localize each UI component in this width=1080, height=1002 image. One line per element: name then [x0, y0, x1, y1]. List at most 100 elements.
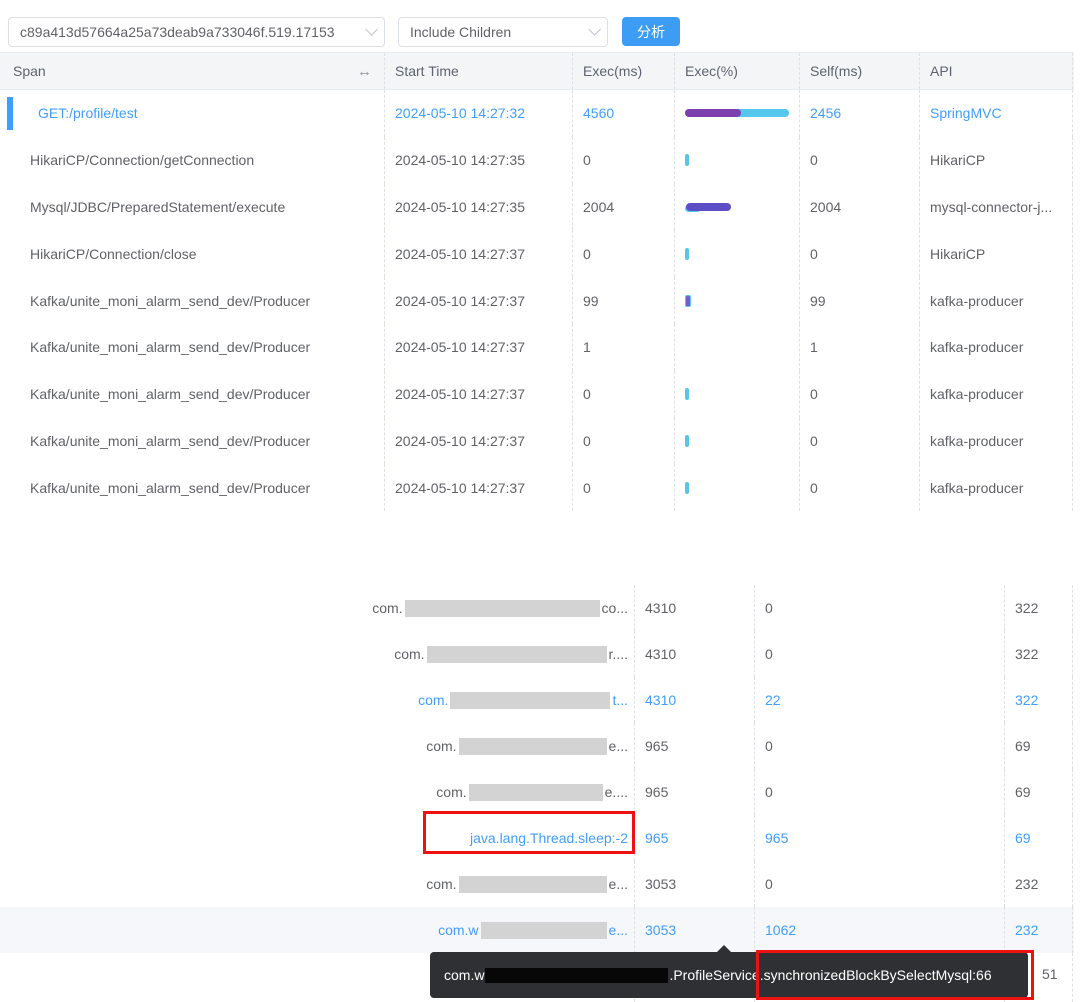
span-cell: Kafka/unite_moni_alarm_send_dev/Producer [0, 371, 385, 418]
trace-id-select[interactable]: c89a413d57664a25a73deab9a733046f.519.171… [8, 17, 385, 47]
exec-ms-cell: 0 [573, 418, 675, 465]
api-cell: HikariCP [920, 137, 1073, 184]
annotation-red-box-sync-method [756, 950, 1034, 1000]
table-row[interactable]: com. co... 4310 0 322 [0, 585, 1074, 631]
header-api: API [920, 53, 1073, 89]
span-cell: HikariCP/Connection/close [0, 230, 385, 277]
self-ms-cell: 0 [800, 464, 920, 511]
method-cell: com. e... [0, 723, 635, 769]
api-link[interactable]: SpringMVC [930, 105, 1002, 121]
table-row[interactable]: com. e... 3053 0 232 [0, 861, 1074, 907]
table-row[interactable]: Kafka/unite_moni_alarm_send_dev/Producer… [0, 464, 1074, 511]
table-row[interactable]: GET:/profile/test 2024-05-10 14:27:32 45… [0, 90, 1074, 137]
column-resize-icon[interactable]: ↔ [357, 63, 372, 80]
table-row[interactable]: Kafka/unite_moni_alarm_send_dev/Producer… [0, 418, 1074, 465]
trace-table-header: Span ↔ Start Time Exec(ms) Exec(%) Self(… [0, 52, 1074, 90]
trace-table: Span ↔ Start Time Exec(ms) Exec(%) Self(… [0, 52, 1074, 511]
tooltip-prefix: com.w [444, 967, 484, 983]
exec-ms-cell: 965 [635, 769, 755, 815]
self-ms-cell: 0 [755, 585, 1005, 631]
api-cell: kafka-producer [920, 418, 1073, 465]
exec-ms-cell: 2004 [573, 184, 675, 231]
header-start-time: Start Time [385, 53, 573, 89]
start-time-cell: 2024-05-10 14:27:35 [385, 137, 573, 184]
method-cell: com. r.... [0, 631, 635, 677]
api-cell: mysql-connector-j... [920, 184, 1073, 231]
start-time-cell: 2024-05-10 14:27:37 [385, 418, 573, 465]
span-cell: Kafka/unite_moni_alarm_send_dev/Producer [0, 464, 385, 511]
redaction-box [481, 922, 607, 939]
redaction-box [427, 646, 607, 663]
table-row[interactable]: com. e... 965 0 69 [0, 723, 1074, 769]
self-ms-cell: 0 [755, 631, 1005, 677]
start-time-cell: 2024-05-10 14:27:37 [385, 464, 573, 511]
exec-ms-cell: 4310 [635, 585, 755, 631]
start-time-cell: 2024-05-10 14:27:32 [385, 90, 573, 137]
table-row[interactable]: Kafka/unite_moni_alarm_send_dev/Producer… [0, 277, 1074, 324]
annotation-red-box-thread-sleep [423, 811, 635, 854]
self-ms-cell: 0 [755, 769, 1005, 815]
table-row[interactable]: com.w e... 3053 1062 232 [0, 907, 1074, 953]
self-ms-cell: 1062 [755, 907, 1005, 953]
table-row[interactable]: com. e.... 965 0 69 [0, 769, 1074, 815]
trace-analysis-page: c89a413d57664a25a73deab9a733046f.519.171… [0, 0, 1080, 1002]
exec-pct-bar [675, 464, 800, 511]
method-cell: com. co... [0, 585, 635, 631]
table-row[interactable]: HikariCP/Connection/getConnection 2024-0… [0, 137, 1074, 184]
count-cell: 69 [1005, 769, 1073, 815]
count-cell: 232 [1005, 861, 1073, 907]
method-cell: com. e.... [0, 769, 635, 815]
start-time-cell: 2024-05-10 14:27:37 [385, 371, 573, 418]
method-table: com. co... 4310 0 322 com. r.... 4310 0 … [0, 585, 1074, 1002]
table-row[interactable]: Kafka/unite_moni_alarm_send_dev/Producer… [0, 324, 1074, 371]
section-gap [0, 511, 1080, 585]
exec-ms-cell: 99 [573, 277, 675, 324]
redaction-box [485, 968, 668, 983]
redaction-box [405, 600, 600, 617]
self-ms-cell: 0 [755, 861, 1005, 907]
self-ms-cell: 0 [800, 137, 920, 184]
exec-pct-bar [675, 324, 800, 371]
toolbar: c89a413d57664a25a73deab9a733046f.519.171… [0, 0, 1080, 52]
tooltip-middle: .ProfileService [669, 967, 759, 983]
exec-ms-cell: 4310 [635, 631, 755, 677]
api-cell: kafka-producer [920, 464, 1073, 511]
header-span: Span ↔ [0, 53, 385, 89]
exec-ms-cell: 4310 [635, 677, 755, 723]
self-ms-cell: 0 [800, 230, 920, 277]
table-row[interactable]: com. r.... 4310 0 322 [0, 631, 1074, 677]
self-ms-cell: 22 [755, 677, 1005, 723]
start-time-cell: 2024-05-10 14:27:37 [385, 324, 573, 371]
trace-id-select-value: c89a413d57664a25a73deab9a733046f.519.171… [20, 24, 335, 40]
exec-ms-cell: 3053 [635, 861, 755, 907]
start-time-cell: 2024-05-10 14:27:37 [385, 277, 573, 324]
exec-ms-cell: 3053 [635, 907, 755, 953]
table-row[interactable]: Kafka/unite_moni_alarm_send_dev/Producer… [0, 371, 1074, 418]
start-time-cell: 2024-05-10 14:27:35 [385, 184, 573, 231]
self-ms-cell: 99 [800, 277, 920, 324]
self-ms-cell: 2004 [800, 184, 920, 231]
header-exec-pct: Exec(%) [675, 53, 800, 89]
count-cell: 322 [1005, 585, 1073, 631]
method-cell: com.w e... [0, 907, 635, 953]
exec-ms-cell: 0 [573, 371, 675, 418]
analyze-button[interactable]: 分析 [622, 17, 680, 46]
span-cell: Kafka/unite_moni_alarm_send_dev/Producer [0, 418, 385, 465]
exec-pct-bar [675, 418, 800, 465]
children-mode-select-value: Include Children [410, 24, 511, 40]
exec-ms-cell: 4560 [573, 90, 675, 137]
span-cell: Kafka/unite_moni_alarm_send_dev/Producer [0, 324, 385, 371]
children-mode-select[interactable]: Include Children [398, 17, 608, 47]
exec-ms-cell: 0 [573, 137, 675, 184]
count-cell: 232 [1005, 907, 1073, 953]
header-self-ms: Self(ms) [800, 53, 920, 89]
method-cell: com. e... [0, 861, 635, 907]
table-row[interactable]: Mysql/JDBC/PreparedStatement/execute 202… [0, 184, 1074, 231]
span-link[interactable]: GET:/profile/test [38, 105, 138, 121]
table-row[interactable]: com. t... 4310 22 322 [0, 677, 1074, 723]
redaction-box [450, 692, 610, 709]
table-row[interactable]: HikariCP/Connection/close 2024-05-10 14:… [0, 230, 1074, 277]
exec-pct-bar [675, 184, 800, 231]
start-time-cell: 2024-05-10 14:27:37 [385, 230, 573, 277]
exec-pct-bar [675, 137, 800, 184]
